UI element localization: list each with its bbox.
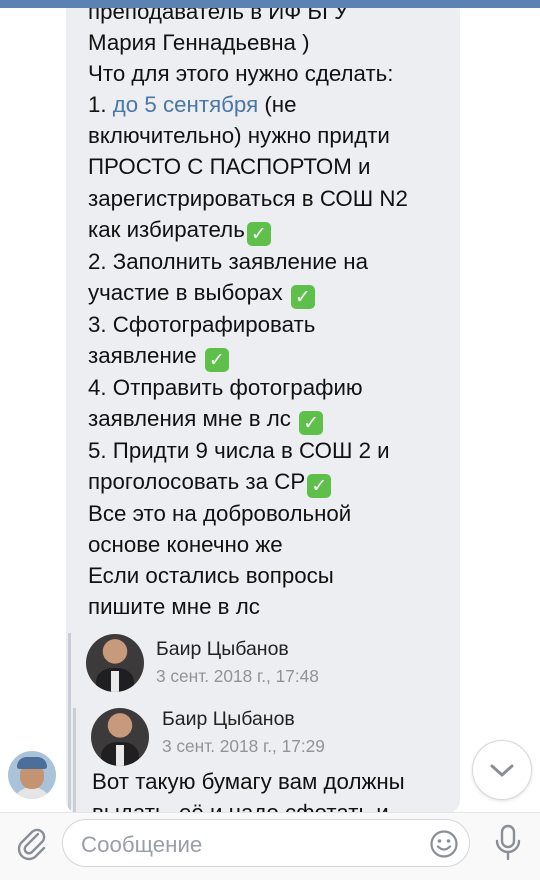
message-line-part: заявления мне в лс [88, 405, 298, 431]
message-line: 4. Отправить фотографию [88, 374, 363, 400]
message-input[interactable]: Сообщение [62, 819, 470, 867]
forwarded-author-avatar[interactable] [86, 634, 144, 692]
message-line: 1. до 5 сентября (не [88, 89, 452, 120]
check-mark-icon: ✓ [307, 474, 332, 499]
chevron-down-icon [490, 764, 514, 777]
date-link[interactable]: до 5 сентября [113, 92, 258, 117]
message-line: ПРОСТО С ПАСПОРТОМ и [88, 154, 371, 180]
top-accent-bar [0, 0, 540, 8]
message-line: зарегистрироваться в СОШ N2 [88, 185, 408, 211]
message-line: 5. Придти 9 числа в СОШ 2 и [88, 437, 390, 463]
message-line: заявление ✓ [88, 340, 452, 372]
message-line: участие в выборах ✓ [88, 277, 452, 309]
paperclip-icon[interactable] [14, 825, 50, 861]
sender-avatar[interactable] [8, 751, 56, 799]
forwarded-author-name[interactable]: Баир Цыбанов [156, 638, 289, 661]
message-line-part: 1. [88, 92, 113, 118]
forwarded-message-line: Вот такую бумагу вам должны [92, 769, 405, 794]
check-mark-icon: ✓ [204, 347, 229, 372]
avatar-cap [17, 757, 47, 769]
message-line: 3. Сфотографировать [88, 311, 316, 337]
message-line-part: заявление [88, 342, 203, 368]
microphone-icon[interactable] [492, 823, 524, 863]
message-line: преподаватель в ИФ БГУ [88, 8, 349, 24]
avatar-shirt [110, 671, 120, 692]
scroll-down-button[interactable] [472, 740, 532, 800]
message-input-placeholder: Сообщение [81, 832, 203, 857]
message-bubble: преподаватель в ИФ БГУ Мария Геннадьевна… [66, 8, 460, 814]
forwarded-date: 3 сент. 2018 г., 17:48 [156, 666, 319, 686]
avatar-shirt [115, 745, 125, 766]
forward-indicator-bar [73, 708, 76, 814]
forwarded-author-avatar[interactable] [91, 708, 149, 766]
smiley-icon[interactable] [429, 829, 459, 859]
message-line: Все это на добровольной [88, 501, 352, 527]
message-line: проголосовать за СР ✓ [88, 466, 452, 499]
message-composer: Сообщение [0, 812, 540, 880]
message-line: Если остались вопросы [88, 563, 334, 589]
message-line-part: участие в выборах [88, 279, 289, 305]
message-line-part: как избиратель [88, 216, 245, 242]
message-line: включительно) нужно придти [88, 123, 390, 149]
message-line: пишите мне в лс [88, 594, 260, 620]
message-line: заявления мне в лс ✓ [88, 403, 452, 435]
forward-indicator-bar [68, 633, 71, 813]
check-mark-icon: ✓ [246, 221, 271, 246]
message-line: 2. Заполнить заявление на [88, 248, 368, 274]
message-line: основе конечно же [88, 532, 283, 558]
message-line: Что для этого нужно сделать: [88, 61, 394, 87]
message-line-part: (не [258, 92, 297, 118]
forwarded-date: 3 сент. 2018 г., 17:29 [162, 736, 325, 756]
forwarded-message-text: Вот такую бумагу вам должны выдать, её и… [92, 766, 454, 814]
check-mark-icon: ✓ [299, 410, 324, 435]
message-text: преподаватель в ИФ БГУ Мария Геннадьевна… [88, 8, 452, 622]
message-line: как избиратель ✓ [88, 214, 452, 246]
check-mark-icon: ✓ [290, 284, 315, 309]
message-line: Мария Геннадьевна ) [88, 30, 310, 56]
message-line-part: проголосовать за СР [88, 469, 306, 495]
forwarded-author-name[interactable]: Баир Цыбанов [162, 708, 295, 731]
